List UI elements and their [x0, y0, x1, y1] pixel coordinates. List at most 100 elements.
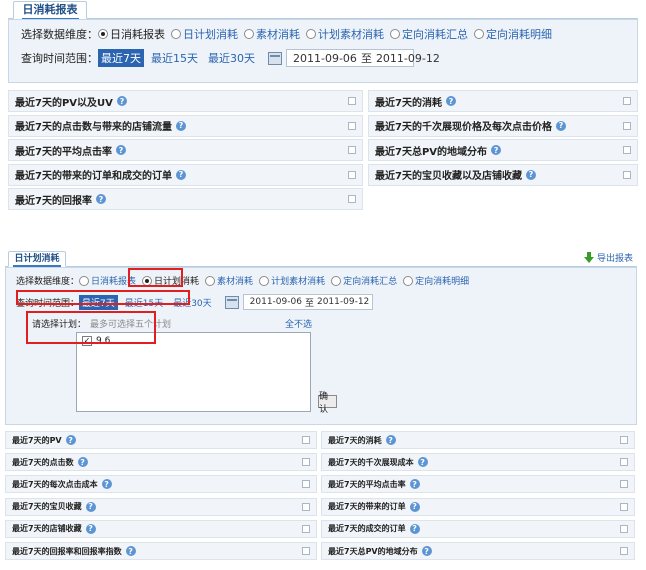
report-item-label: 最近7天的点击数与带来的店铺流量	[15, 122, 172, 133]
report-item[interactable]: 最近7天的回报率和回报率指数?	[5, 542, 317, 560]
help-icon[interactable]: ?	[95, 194, 106, 204]
help-icon[interactable]: ?	[409, 523, 420, 534]
expand-toggle-icon[interactable]	[620, 458, 628, 467]
report-item[interactable]: 最近7天的消耗?	[321, 431, 635, 449]
dimension-radio[interactable]: 日计划消耗	[171, 26, 238, 42]
dimension-radio[interactable]: 素材消耗	[205, 274, 253, 287]
expand-toggle-icon[interactable]	[302, 547, 310, 555]
expand-toggle-icon[interactable]	[623, 97, 631, 105]
help-icon[interactable]: ?	[115, 145, 126, 155]
report-item-label: 最近7天的成交的订单	[328, 524, 406, 534]
help-icon[interactable]: ?	[491, 145, 502, 155]
help-icon[interactable]: ?	[409, 501, 420, 512]
dimension-radio[interactable]: 计划素材消耗	[259, 274, 325, 287]
top-date-range-input[interactable]: 2011-09-06 至 2011-09-12	[286, 49, 440, 67]
top-tab-daily-consumption[interactable]: 日消耗报表	[13, 1, 87, 20]
expand-toggle-icon[interactable]	[623, 170, 631, 179]
help-icon[interactable]: ?	[175, 169, 186, 180]
report-item[interactable]: 最近7天的PV?	[5, 431, 317, 449]
dimension-radio[interactable]: 计划素材消耗	[306, 26, 384, 42]
expand-toggle-icon[interactable]	[620, 524, 628, 533]
dimension-radio-label: 日计划消耗	[183, 28, 238, 41]
report-item[interactable]: 最近7天的宝贝收藏?	[5, 497, 317, 516]
report-item-label: 最近7天的每次点击成本	[12, 479, 98, 489]
bottom-tab-plan-consumption[interactable]: 日计划消耗	[8, 251, 66, 267]
report-item[interactable]: 最近7天的带来的订单和成交的订单?	[8, 163, 363, 186]
help-icon[interactable]: ?	[85, 501, 96, 512]
report-item-label: 最近7天的平均点击率	[328, 479, 406, 489]
time-range-option[interactable]: 最近7天	[98, 49, 144, 67]
help-icon[interactable]: ?	[77, 457, 88, 468]
expand-toggle-icon[interactable]	[620, 436, 628, 444]
help-icon[interactable]: ?	[555, 120, 566, 131]
report-item[interactable]: 最近7天的消耗?	[368, 90, 638, 112]
expand-toggle-icon[interactable]	[620, 547, 628, 555]
help-icon[interactable]: ?	[175, 120, 186, 131]
calendar-icon[interactable]	[224, 295, 239, 309]
plan-list-box[interactable]: ✓ 9.6	[76, 332, 311, 412]
expand-toggle-icon[interactable]	[620, 502, 628, 511]
help-icon[interactable]: ?	[421, 546, 432, 556]
expand-toggle-icon[interactable]	[623, 121, 631, 130]
report-item[interactable]: 最近7天的带来的订单?	[321, 497, 635, 516]
time-range-option[interactable]: 最近15天	[148, 49, 201, 67]
help-icon[interactable]: ?	[409, 479, 420, 490]
report-item[interactable]: 最近7天总PV的地域分布?	[368, 139, 638, 161]
report-item[interactable]: 最近7天总PV的地域分布?	[321, 542, 635, 560]
help-icon[interactable]: ?	[445, 96, 456, 106]
help-icon[interactable]: ?	[65, 435, 76, 445]
report-item[interactable]: 最近7天的点击数与带来的店铺流量?	[8, 114, 363, 137]
dimension-radio-label: 定向消耗明细	[486, 28, 552, 41]
dimension-radio[interactable]: 日消耗报表	[98, 26, 165, 42]
expand-toggle-icon[interactable]	[302, 502, 310, 511]
report-item-label: 最近7天的千次展现成本	[328, 457, 414, 467]
expand-toggle-icon[interactable]	[623, 146, 631, 154]
time-range-option[interactable]: 最近30天	[205, 49, 258, 67]
report-item[interactable]: 最近7天的宝贝收藏以及店铺收藏?	[368, 163, 638, 186]
expand-toggle-icon[interactable]	[302, 436, 310, 444]
expand-toggle-icon[interactable]	[302, 458, 310, 467]
help-icon[interactable]: ?	[125, 546, 136, 556]
dimension-radio[interactable]: 素材消耗	[244, 26, 300, 42]
help-icon[interactable]: ?	[525, 169, 536, 180]
bottom-date-range-input[interactable]: 2011-09-06 至 2011-09-12	[242, 294, 373, 310]
report-item[interactable]: 最近7天的成交的订单?	[321, 519, 635, 538]
top-dim-row: 选择数据维度： 日消耗报表 日计划消耗 素材消耗 计划素材消耗 定向消耗汇总 定向消耗明细	[21, 26, 558, 42]
export-label: 导出报表	[596, 254, 633, 264]
report-item[interactable]: 最近7天的回报率?	[8, 188, 363, 210]
dimension-radio[interactable]: 定向消耗汇总	[390, 26, 468, 42]
expand-toggle-icon[interactable]	[348, 170, 356, 179]
expand-toggle-icon[interactable]	[348, 146, 356, 154]
report-item[interactable]: 最近7天的点击数?	[5, 453, 317, 472]
help-icon[interactable]: ?	[116, 96, 127, 106]
help-icon[interactable]: ?	[101, 479, 112, 490]
help-icon[interactable]: ?	[385, 435, 396, 445]
dimension-radio[interactable]: 定向消耗明细	[403, 274, 469, 287]
top-range-options: 最近7天 最近15天 最近30天	[98, 49, 262, 67]
expand-toggle-icon[interactable]	[620, 480, 628, 489]
expand-toggle-icon[interactable]	[302, 480, 310, 489]
deselect-all-link[interactable]: 全不选	[285, 317, 312, 330]
calendar-icon[interactable]	[268, 51, 282, 65]
help-icon[interactable]: ?	[417, 457, 428, 468]
expand-toggle-icon[interactable]	[348, 195, 356, 203]
report-item[interactable]: 最近7天的千次展现价格及每次点击价格?	[368, 114, 638, 137]
dimension-radio-label: 计划素材消耗	[271, 277, 326, 287]
dimension-radio[interactable]: 定向消耗明细	[474, 26, 552, 42]
report-item[interactable]: 最近7天的每次点击成本?	[5, 475, 317, 494]
report-item[interactable]: 最近7天的平均点击率?	[321, 475, 635, 494]
report-item[interactable]: 最近7天的店铺收藏?	[5, 519, 317, 538]
export-report-button[interactable]: 导出报表	[583, 251, 633, 264]
confirm-button[interactable]: 确认	[318, 392, 337, 415]
dimension-radio[interactable]: 定向消耗汇总	[331, 274, 397, 287]
report-item[interactable]: 最近7天的千次展现成本?	[321, 453, 635, 472]
bottom-date-end: 2011-09-12	[316, 297, 370, 307]
top-filter-panel: 选择数据维度： 日消耗报表 日计划消耗 素材消耗 计划素材消耗 定向消耗汇总 定向消耗明细…	[8, 19, 638, 83]
report-item[interactable]: 最近7天的平均点击率?	[8, 139, 363, 161]
top-tabbar: 日消耗报表	[8, 0, 638, 20]
help-icon[interactable]: ?	[85, 523, 96, 534]
expand-toggle-icon[interactable]	[348, 97, 356, 105]
report-item[interactable]: 最近7天的PV以及UV?	[8, 90, 363, 112]
expand-toggle-icon[interactable]	[302, 524, 310, 533]
expand-toggle-icon[interactable]	[348, 121, 356, 130]
